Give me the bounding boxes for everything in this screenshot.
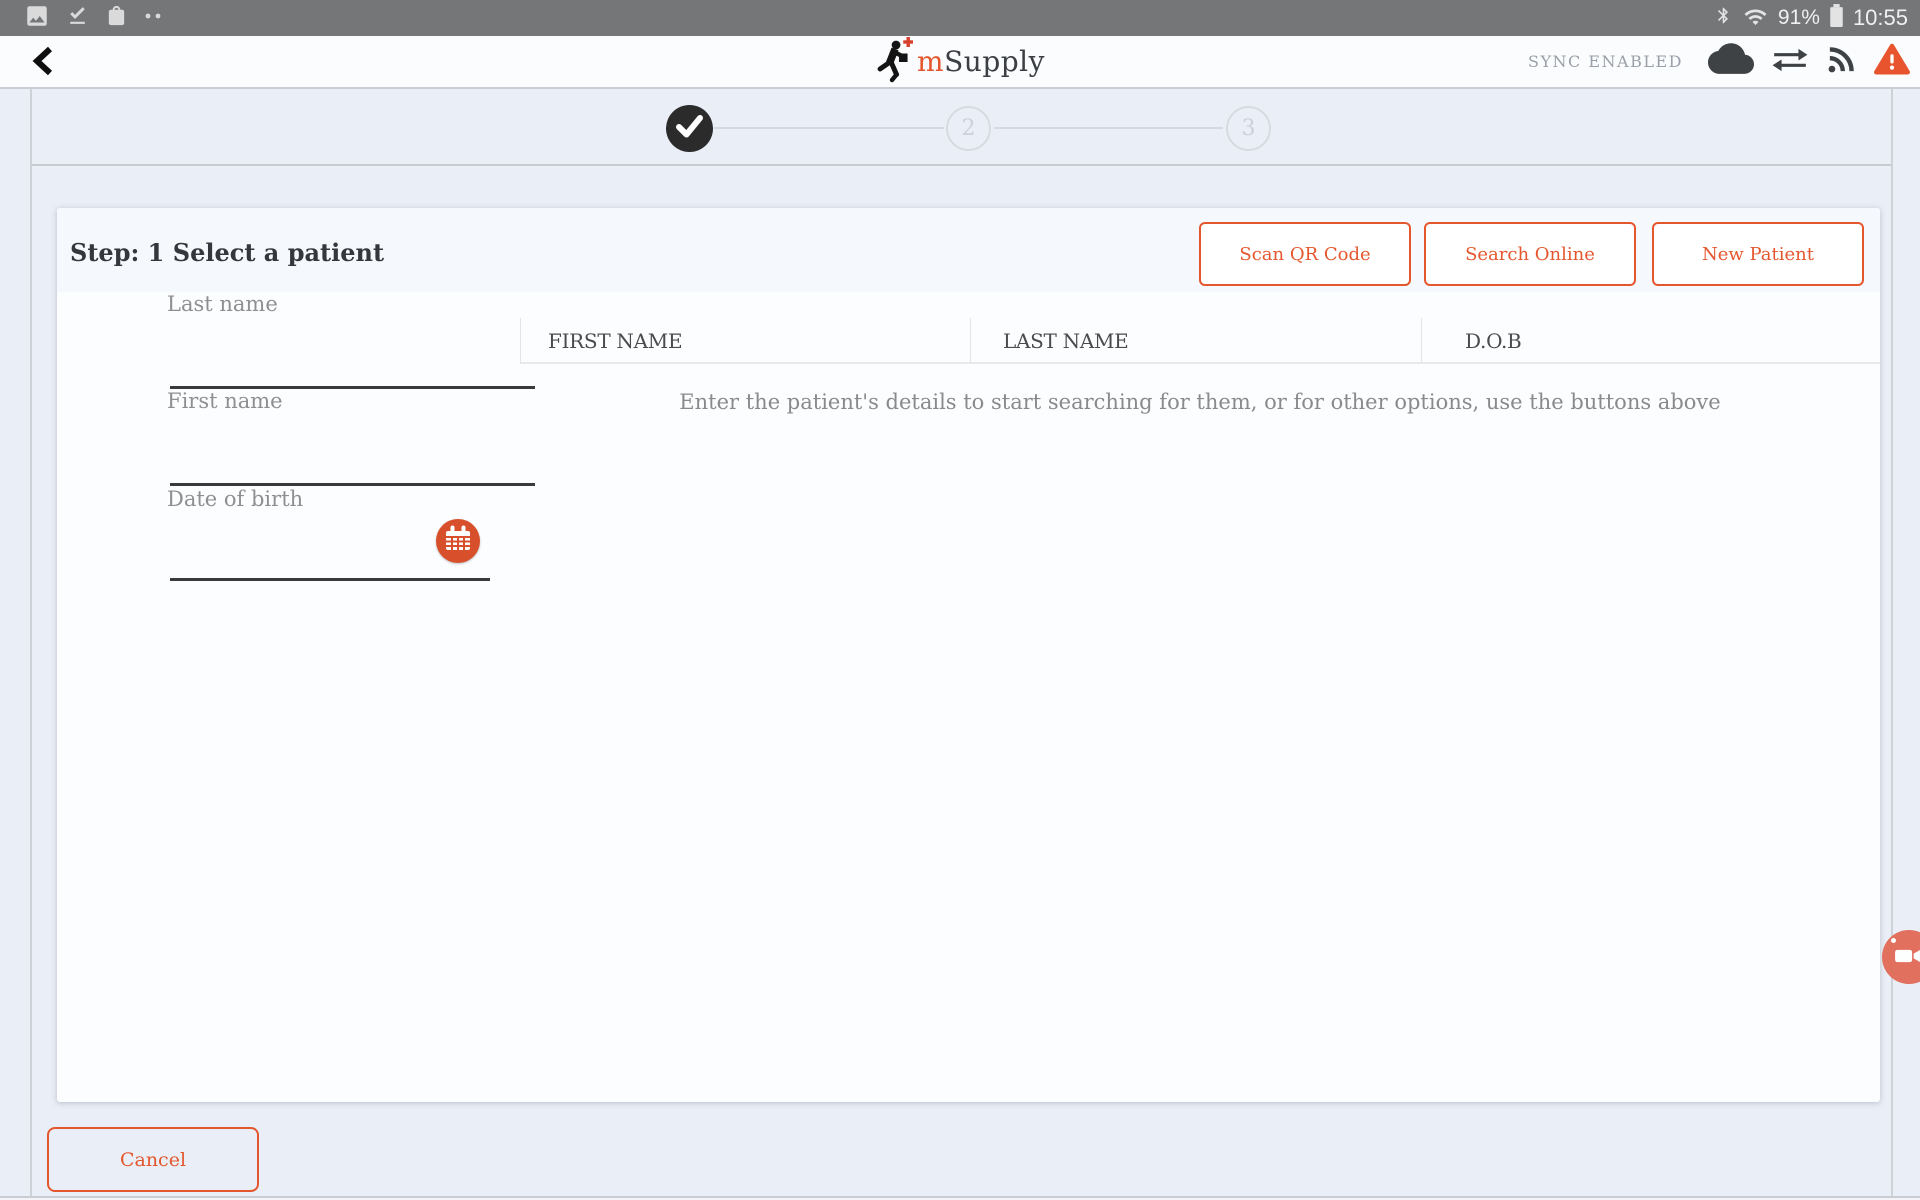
column-separator xyxy=(1421,318,1422,364)
new-patient-button[interactable]: New Patient xyxy=(1652,222,1864,286)
scan-qr-code-button[interactable]: Scan QR Code xyxy=(1199,222,1411,286)
logo-text-rest: Supply xyxy=(944,45,1045,78)
system-indicators: 91% 10:55 xyxy=(1714,3,1908,33)
back-chevron-icon xyxy=(31,44,55,82)
app-header: mSupply SYNC ENABLED xyxy=(0,36,1920,89)
logo-text-m: m xyxy=(917,45,944,78)
column-separator xyxy=(520,318,521,364)
step-2-number: 2 xyxy=(962,116,976,141)
step-3-number: 3 xyxy=(1242,116,1256,141)
empty-results-message: Enter the patient's details to start sea… xyxy=(520,390,1880,414)
status-bar: 91% 10:55 xyxy=(0,0,1920,36)
screen: 91% 10:55 xyxy=(0,0,1920,1200)
step-connector-1-2 xyxy=(714,127,944,129)
frame-right-border xyxy=(1891,89,1893,1196)
frame-left-border xyxy=(30,89,32,1196)
search-online-button[interactable]: Search Online xyxy=(1424,222,1636,286)
date-of-birth-label: Date of birth xyxy=(167,487,535,511)
back-button[interactable] xyxy=(22,42,64,84)
select-patient-card: Step: 1 Select a patient Scan QR Code Se… xyxy=(57,208,1880,1102)
cancel-button[interactable]: Cancel xyxy=(47,1127,259,1192)
more-notifications-dots-icon xyxy=(143,4,165,33)
battery-icon xyxy=(1829,3,1844,33)
msupply-logo: mSupply xyxy=(875,36,1045,87)
battery-percent: 91% xyxy=(1778,6,1820,30)
step-1-complete[interactable] xyxy=(666,105,713,152)
running-person-logo-icon xyxy=(875,37,913,87)
step-connector-2-3 xyxy=(994,127,1223,129)
last-name-label: Last name xyxy=(167,292,535,316)
page-title: Step: 1 Select a patient xyxy=(70,238,384,267)
cloud-icon[interactable] xyxy=(1708,43,1754,80)
col-last-name: LAST NAME xyxy=(1003,329,1128,353)
download-done-icon xyxy=(65,3,90,33)
image-icon xyxy=(24,3,50,34)
clock: 10:55 xyxy=(1853,5,1908,31)
bag-icon xyxy=(105,4,128,32)
first-name-label: First name xyxy=(167,389,535,413)
sync-arrows-icon[interactable] xyxy=(1771,47,1809,77)
wifi-icon xyxy=(1742,5,1769,32)
rss-icon[interactable] xyxy=(1826,44,1857,79)
bottom-strip xyxy=(0,1196,1920,1200)
record-dot xyxy=(1891,938,1896,943)
sync-area: SYNC ENABLED xyxy=(1528,36,1910,87)
last-name-input[interactable] xyxy=(170,349,535,389)
warning-icon[interactable] xyxy=(1874,43,1910,80)
step-3: 3 xyxy=(1226,106,1271,151)
stepper-bottom-border xyxy=(32,164,1891,166)
column-separator xyxy=(970,318,971,364)
logo-text: mSupply xyxy=(917,45,1045,78)
first-name-field: First name xyxy=(167,389,535,486)
video-camera-icon xyxy=(1892,943,1920,972)
col-dob: D.O.B xyxy=(1465,329,1521,353)
last-name-field: Last name xyxy=(167,292,535,389)
first-name-input[interactable] xyxy=(170,446,535,486)
screen-record-float-button[interactable] xyxy=(1882,930,1920,984)
bluetooth-icon xyxy=(1714,4,1733,32)
calendar-icon xyxy=(436,518,480,565)
calendar-button[interactable] xyxy=(436,519,480,563)
check-icon xyxy=(666,103,713,154)
results-table-header: FIRST NAME LAST NAME D.O.B xyxy=(520,318,1880,364)
sync-status-label: SYNC ENABLED xyxy=(1528,52,1683,71)
step-2: 2 xyxy=(946,106,991,151)
notification-icons xyxy=(24,3,165,34)
col-first-name: FIRST NAME xyxy=(548,329,682,353)
